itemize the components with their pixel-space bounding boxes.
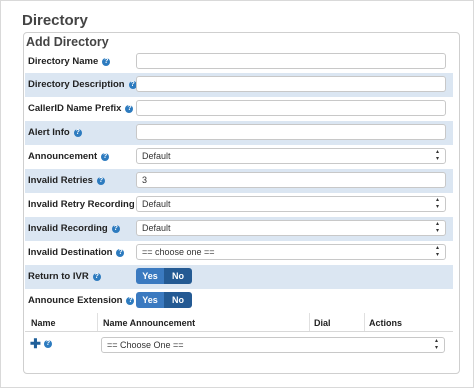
column-header-dial: Dial [314, 318, 331, 328]
invalid-destination-label: Invalid Destination? [28, 247, 125, 258]
help-icon[interactable]: ? [96, 177, 105, 185]
entries-table-header: Name Name Announcement Dial Actions [25, 313, 453, 332]
row-invalid-retries: Invalid Retries? 3 [25, 169, 453, 193]
directory-description-input[interactable] [136, 76, 446, 92]
help-icon[interactable]: ? [102, 58, 111, 66]
return-to-ivr-no-button[interactable]: No [164, 268, 192, 284]
announcement-select[interactable]: Default [136, 148, 446, 164]
invalid-recording-label: Invalid Recording? [28, 223, 120, 234]
row-alert-info: Alert Info? [25, 121, 453, 145]
panel-title: Add Directory [26, 35, 109, 49]
directory-name-label: Directory Name? [28, 56, 111, 67]
alert-info-input[interactable] [136, 124, 446, 140]
column-divider [97, 313, 98, 331]
column-header-name-announcement: Name Announcement [103, 318, 196, 328]
row-directory-name: Directory Name? [25, 50, 453, 74]
page-title: Directory [22, 12, 88, 29]
row-announcement: Announcement? Default [25, 145, 453, 169]
callerid-prefix-input[interactable] [136, 100, 446, 116]
alert-info-label: Alert Info? [28, 127, 82, 138]
invalid-recording-select[interactable]: Default [136, 220, 446, 236]
announce-extension-yes-button[interactable]: Yes [136, 292, 164, 308]
invalid-retry-recording-select[interactable]: Default [136, 196, 446, 212]
column-divider [309, 313, 310, 331]
help-icon[interactable]: ? [101, 153, 110, 161]
column-divider [364, 313, 365, 331]
help-icon[interactable]: ? [125, 105, 134, 113]
announce-extension-no-button[interactable]: No [164, 292, 192, 308]
return-to-ivr-yes-button[interactable]: Yes [136, 268, 164, 284]
help-icon[interactable]: ? [92, 273, 101, 281]
help-icon[interactable]: ? [116, 249, 125, 257]
row-invalid-recording: Invalid Recording? Default [25, 217, 453, 241]
help-icon[interactable]: ? [73, 129, 82, 137]
directory-name-input[interactable] [136, 53, 446, 69]
plus-icon[interactable]: ✚ [30, 337, 41, 350]
row-announce-extension: Announce Extension? Yes No [25, 289, 453, 313]
announce-extension-toggle: Yes No [136, 292, 192, 308]
entry-choose-select[interactable]: == Choose One == [101, 337, 445, 353]
help-icon[interactable]: ? [126, 297, 135, 305]
row-invalid-retry-recording: Invalid Retry Recording? Default [25, 193, 453, 217]
invalid-destination-select[interactable]: == choose one == [136, 244, 446, 260]
announce-extension-label: Announce Extension? [28, 295, 135, 306]
help-icon[interactable]: ? [111, 225, 120, 233]
return-to-ivr-toggle: Yes No [136, 268, 192, 284]
directory-description-label: Directory Description? [28, 79, 137, 90]
invalid-retries-label: Invalid Retries? [28, 175, 105, 186]
announcement-label: Announcement? [28, 151, 110, 162]
invalid-retry-recording-label: Invalid Retry Recording? [28, 199, 147, 210]
row-return-to-ivr: Return to IVR? Yes No [25, 265, 453, 289]
invalid-retries-input[interactable]: 3 [136, 172, 446, 188]
return-to-ivr-label: Return to IVR? [28, 271, 101, 282]
row-callerid-prefix: CallerID Name Prefix? [25, 97, 453, 121]
callerid-prefix-label: CallerID Name Prefix? [28, 103, 134, 114]
row-invalid-destination: Invalid Destination? == choose one == [25, 241, 453, 265]
column-header-name: Name [31, 318, 56, 328]
column-header-actions: Actions [369, 318, 403, 328]
help-icon[interactable]: ? [44, 340, 52, 348]
row-directory-description: Directory Description? [25, 73, 453, 97]
